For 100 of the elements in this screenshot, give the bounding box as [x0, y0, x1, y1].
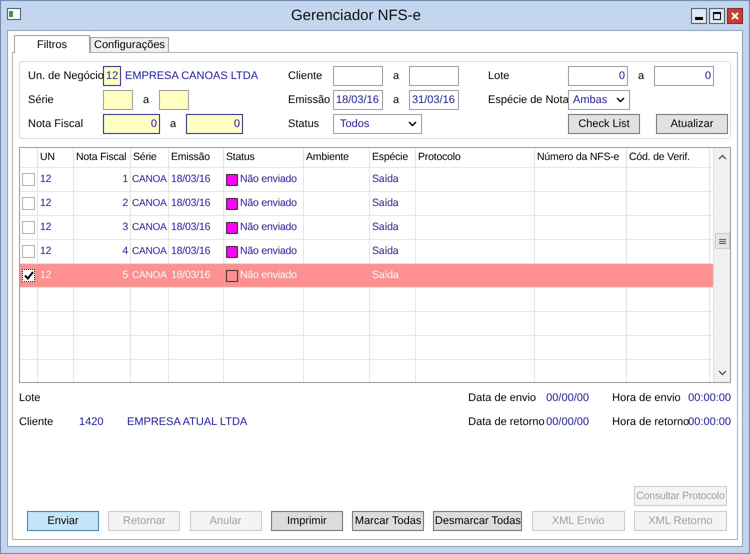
table-cell: 4: [74, 240, 131, 263]
window-title: Gerenciador NFS-e: [290, 7, 422, 24]
column-header[interactable]: UN: [38, 148, 74, 167]
info-label: Hora de retorno: [612, 416, 688, 428]
input-field[interactable]: 31/03/16: [409, 90, 459, 110]
input-field[interactable]: 0: [186, 114, 243, 134]
scroll-down-icon[interactable]: [718, 370, 726, 376]
checkbox[interactable]: [22, 269, 35, 282]
field-label: Status: [288, 118, 320, 130]
table-row[interactable]: 12 1 CANOA 18/03/16 Não enviado Saída: [20, 168, 713, 192]
table-cell: 2: [74, 192, 131, 215]
business-unit-name: EMPRESA CANOAS LTDA: [125, 70, 258, 82]
column-header[interactable]: Série: [131, 148, 169, 167]
scroll-thumb[interactable]: [714, 233, 730, 249]
filter-button[interactable]: Atualizar: [656, 114, 728, 134]
dropdown[interactable]: Ambas: [568, 90, 630, 110]
table-cell: CANOA: [131, 168, 169, 191]
checkbox[interactable]: [22, 173, 35, 186]
caret-icon: [408, 121, 417, 127]
table-cell: Saída: [370, 216, 416, 239]
table-row[interactable]: 12 2 CANOA 18/03/16 Não enviado Saída: [20, 192, 713, 216]
action-button[interactable]: Imprimir: [270, 511, 343, 531]
maximize-button[interactable]: [709, 8, 725, 24]
field-label: Nota Fiscal: [28, 118, 84, 130]
range-separator: a: [392, 94, 400, 106]
info-value: 00:00:00: [688, 392, 731, 404]
input-field[interactable]: 18/03/16: [333, 90, 383, 110]
input-field[interactable]: [103, 90, 133, 110]
close-button[interactable]: [727, 8, 743, 24]
table-cell-text: 18/03/16: [170, 268, 212, 283]
scrollbar[interactable]: [713, 148, 730, 382]
range-separator: a: [636, 70, 646, 82]
range-separator: a: [392, 70, 400, 82]
tab[interactable]: Filtros: [14, 35, 90, 53]
app-icon: [7, 8, 21, 20]
table-cell: 18/03/16: [169, 240, 224, 263]
info-value: EMPRESA ATUAL LTDA: [127, 416, 248, 428]
table-cell: 18/03/16: [169, 216, 224, 239]
status-text: Não enviado: [240, 172, 297, 187]
table-cell: 12: [38, 240, 74, 263]
info-label: Cliente: [19, 416, 54, 428]
column-header[interactable]: Protocolo: [416, 148, 535, 167]
table-cell: 12: [38, 216, 74, 239]
field-label: Cliente: [288, 70, 324, 82]
tab[interactable]: Configurações: [90, 37, 169, 52]
info-label: Data de retorno: [468, 416, 546, 428]
input-field[interactable]: 0: [103, 114, 160, 134]
column-header[interactable]: Status: [224, 148, 304, 167]
status-text: Não enviado: [240, 220, 297, 235]
table-cell: CANOA: [131, 240, 169, 263]
table-cell-text: Saída: [371, 268, 400, 283]
table-cell: Saída: [370, 192, 416, 215]
scroll-up-icon[interactable]: [718, 154, 726, 160]
table-cell: CANOA: [131, 192, 169, 215]
info-value: 00/00/00: [546, 392, 590, 404]
close-icon: [731, 12, 739, 20]
field-label: Espécie de Nota: [488, 94, 568, 106]
action-button[interactable]: Marcar Todas: [352, 511, 424, 531]
caret-icon: [616, 97, 625, 103]
column-header[interactable]: Ambiente: [304, 148, 370, 167]
table-cell: CANOA: [131, 216, 169, 239]
input-field[interactable]: 0: [654, 66, 714, 86]
table-cell-text: 12: [39, 268, 52, 283]
field-label: Un. de Negócio: [28, 70, 103, 82]
table-cell-text: 5: [121, 268, 129, 283]
table-cell-text: CANOA: [131, 269, 168, 283]
minimize-button[interactable]: [691, 8, 707, 24]
status-text: Não enviado: [240, 196, 297, 211]
action-button[interactable]: Enviar: [27, 511, 99, 531]
table-cell: 18/03/16: [169, 192, 224, 215]
table-cell: Saída: [370, 168, 416, 191]
field-label: Emissão: [288, 94, 332, 106]
checkbox[interactable]: [22, 197, 35, 210]
action-button[interactable]: Desmarcar Todas: [433, 511, 522, 531]
field-label: Série: [28, 94, 55, 106]
input-field[interactable]: [333, 66, 383, 86]
table-cell: 12: [38, 192, 74, 215]
checkbox[interactable]: [22, 221, 35, 234]
table-row[interactable]: 12 3 CANOA 18/03/16 Não enviado Saída: [20, 216, 713, 240]
input-field[interactable]: [159, 90, 189, 110]
field-label: Lote: [488, 70, 510, 82]
table-cell: 12: [38, 168, 74, 191]
input-field[interactable]: [409, 66, 459, 86]
column-header[interactable]: Cód. de Verif.: [627, 148, 710, 167]
column-header[interactable]: Emissão: [169, 148, 224, 167]
table-cell: 18/03/16: [169, 168, 224, 191]
dropdown[interactable]: Todos: [333, 114, 422, 134]
column-header[interactable]: Espécie: [370, 148, 416, 167]
info-label: Lote: [19, 392, 40, 404]
input-field[interactable]: 0: [568, 66, 628, 86]
table-cell: Saída: [370, 240, 416, 263]
info-value: 00:00:00: [688, 416, 731, 428]
filter-button[interactable]: Check List: [568, 114, 640, 134]
checkbox[interactable]: [22, 245, 35, 258]
column-header[interactable]: Número da NFS-e: [535, 148, 627, 167]
column-header[interactable]: Nota Fiscal: [74, 148, 131, 167]
table-cell: 1: [74, 168, 131, 191]
input-field[interactable]: 12: [103, 66, 121, 86]
info-label: Hora de envio: [612, 392, 682, 404]
info-value: 00/00/00: [546, 416, 590, 428]
